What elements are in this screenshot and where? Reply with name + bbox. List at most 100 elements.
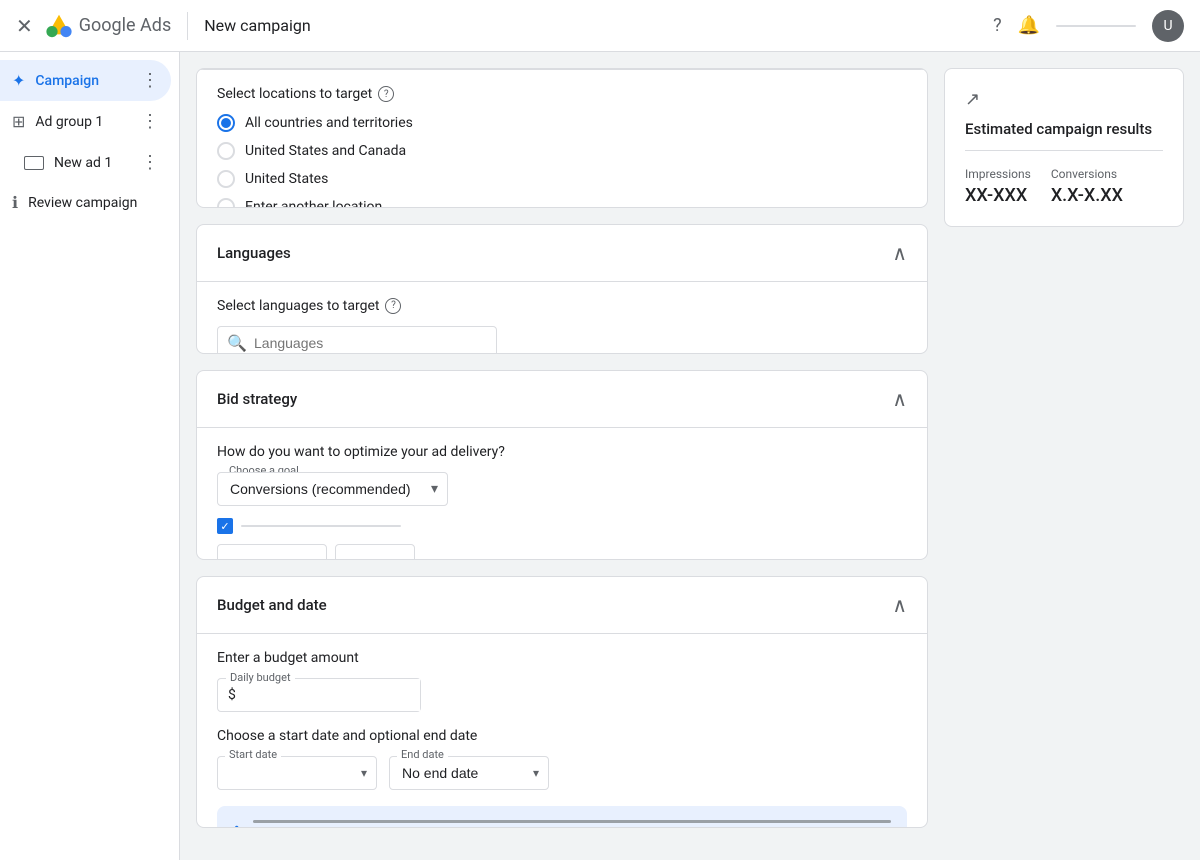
side-panel: ↗ Estimated campaign results Impressions… — [944, 68, 1184, 844]
sidebar: ✦ Campaign ⋮ ⊞ Ad group 1 ⋮ New ad 1 ⋮ ℹ… — [0, 52, 180, 860]
locations-label: Select locations to target ? — [217, 86, 907, 102]
header: ✕ Google Ads New campaign ? 🔔 U — [0, 0, 1200, 52]
info-circle-icon: ℹ — [233, 822, 241, 828]
languages-search-wrap: 🔍 — [217, 326, 497, 354]
bid-strategy-title: Bid strategy — [217, 390, 297, 408]
radio-us-canada-label: United States and Canada — [245, 143, 406, 159]
sidebar-item-campaign[interactable]: ✦ Campaign ⋮ — [0, 60, 171, 101]
location-option-other[interactable]: Enter another location — [217, 198, 907, 208]
languages-header[interactable]: Languages ∧ — [197, 225, 927, 281]
new-ad-icon — [24, 156, 44, 170]
location-option-us-canada[interactable]: United States and Canada — [217, 142, 907, 160]
bid-strategy-body: How do you want to optimize your ad deli… — [197, 427, 927, 560]
sidebar-campaign-label: Campaign — [35, 73, 131, 89]
header-divider — [187, 12, 188, 40]
start-date-wrap: Start date ▾ — [217, 756, 377, 790]
languages-search-input[interactable] — [217, 326, 497, 354]
locations-section: Select locations to target ? All countri… — [196, 68, 928, 208]
bid-question-text: How do you want to optimize your ad deli… — [217, 444, 907, 460]
budget-date-section: Budget and date ∧ Enter a budget amount … — [196, 576, 928, 828]
goal-select-container: Conversions (recommended) Clicks Impress… — [217, 472, 448, 506]
ad-group-icon: ⊞ — [12, 112, 25, 131]
estimated-results-card: ↗ Estimated campaign results Impressions… — [944, 68, 1184, 227]
google-ads-logo-icon — [45, 12, 73, 40]
sidebar-newad-label: New ad 1 — [54, 155, 131, 171]
budget-date-title: Budget and date — [217, 596, 327, 614]
end-date-select[interactable]: No end date — [389, 756, 549, 790]
campaign-more-icon[interactable]: ⋮ — [141, 70, 159, 91]
languages-label: Select languages to target ? — [217, 298, 907, 314]
radio-all-countries-label: All countries and territories — [245, 115, 413, 131]
impressions-label: Impressions — [965, 167, 1031, 181]
help-icon[interactable]: ? — [993, 15, 1002, 36]
radio-other[interactable] — [217, 198, 235, 208]
bid-strategy-chevron-icon: ∧ — [892, 387, 907, 411]
results-metrics: Impressions XX-XXX Conversions X.X-X.XX — [965, 167, 1163, 206]
bid-input-1[interactable] — [217, 544, 327, 560]
location-option-us[interactable]: United States — [217, 170, 907, 188]
results-title: Estimated campaign results — [965, 120, 1163, 138]
results-divider — [965, 150, 1163, 151]
sidebar-item-review[interactable]: ℹ Review campaign — [0, 183, 171, 222]
locations-body: Select locations to target ? All countri… — [197, 69, 927, 208]
start-date-label: Start date — [225, 748, 281, 761]
avatar[interactable]: U — [1152, 10, 1184, 42]
conversions-metric: Conversions X.X-X.XX — [1051, 167, 1123, 206]
info-box: ℹ — [217, 806, 907, 828]
locations-help-icon[interactable]: ? — [378, 86, 394, 102]
languages-title: Languages — [217, 244, 291, 262]
location-option-all[interactable]: All countries and territories — [217, 114, 907, 132]
header-title: New campaign — [204, 16, 993, 35]
budget-input-wrap: Daily budget $ — [217, 678, 421, 712]
header-actions: ? 🔔 U — [993, 10, 1184, 42]
end-date-wrap: End date No end date ▾ — [389, 756, 549, 790]
bid-input-row — [217, 544, 907, 560]
header-separator — [1056, 25, 1136, 27]
results-trend-icon: ↗ — [965, 89, 1163, 110]
notifications-icon[interactable]: 🔔 — [1018, 15, 1040, 36]
locations-radio-group: All countries and territories United Sta… — [217, 114, 907, 208]
date-row: Start date ▾ End date No end date ▾ — [217, 756, 907, 790]
logo: Google Ads — [45, 12, 171, 40]
budget-question-text: Enter a budget amount — [217, 650, 907, 666]
languages-chevron-icon: ∧ — [892, 241, 907, 265]
radio-us[interactable] — [217, 170, 235, 188]
content-area: Select locations to target ? All countri… — [196, 68, 928, 844]
radio-other-label: Enter another location — [245, 199, 382, 208]
review-icon: ℹ — [12, 193, 18, 212]
budget-date-header[interactable]: Budget and date ∧ — [197, 577, 927, 633]
languages-search-icon: 🔍 — [227, 333, 247, 352]
sidebar-item-new-ad[interactable]: New ad 1 ⋮ — [0, 142, 171, 183]
radio-all-countries[interactable] — [217, 114, 235, 132]
languages-body: Select languages to target ? 🔍 — [197, 281, 927, 354]
bid-input-2[interactable] — [335, 544, 415, 560]
info-text-lines — [253, 820, 891, 828]
main-content: Select locations to target ? All countri… — [180, 52, 1200, 860]
adgroup-more-icon[interactable]: ⋮ — [141, 111, 159, 132]
bid-checkbox-row — [217, 518, 907, 534]
radio-us-canada[interactable] — [217, 142, 235, 160]
goal-select[interactable]: Conversions (recommended) Clicks Impress… — [217, 472, 448, 506]
date-question-text: Choose a start date and optional end dat… — [217, 728, 907, 744]
campaign-icon: ✦ — [12, 71, 25, 90]
languages-help-icon[interactable]: ? — [385, 298, 401, 314]
close-button[interactable]: ✕ — [16, 14, 33, 38]
bid-strategy-header[interactable]: Bid strategy ∧ — [197, 371, 927, 427]
budget-label-float: Daily budget — [226, 671, 295, 684]
start-date-select[interactable] — [217, 756, 377, 790]
conversions-value: X.X-X.XX — [1051, 185, 1123, 206]
impressions-value: XX-XXX — [965, 185, 1031, 206]
app-layout: ✦ Campaign ⋮ ⊞ Ad group 1 ⋮ New ad 1 ⋮ ℹ… — [0, 52, 1200, 860]
bid-strategy-section: Bid strategy ∧ How do you want to optimi… — [196, 370, 928, 560]
bid-checkbox[interactable] — [217, 518, 233, 534]
newad-more-icon[interactable]: ⋮ — [141, 152, 159, 173]
budget-date-body: Enter a budget amount Daily budget $ Cho… — [197, 633, 927, 828]
radio-us-label: United States — [245, 171, 328, 187]
info-line-1 — [253, 820, 891, 823]
budget-chevron-icon: ∧ — [892, 593, 907, 617]
end-date-label: End date — [397, 748, 448, 761]
sidebar-item-ad-group[interactable]: ⊞ Ad group 1 ⋮ — [0, 101, 171, 142]
goal-select-wrap: Choose a goal Conversions (recommended) … — [217, 472, 448, 506]
languages-section: Languages ∧ Select languages to target ?… — [196, 224, 928, 354]
bid-checkbox-line — [241, 525, 401, 527]
